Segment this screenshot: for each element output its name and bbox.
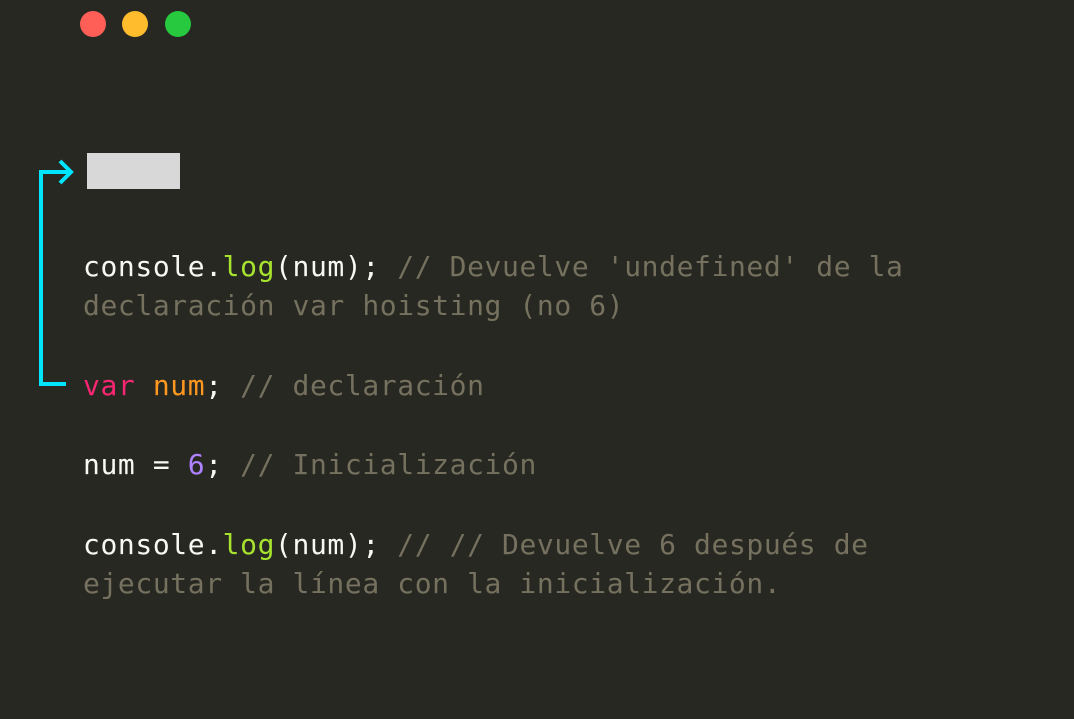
code-block: console.log(num); // Devuelve 'undefined…	[83, 0, 903, 600]
semicolon: ;	[205, 448, 223, 481]
call-arguments: (num);	[275, 528, 380, 561]
hoisting-arrow-icon	[39, 159, 74, 386]
function-log: log	[222, 250, 276, 283]
dot-operator: .	[205, 250, 223, 283]
function-log: log	[222, 528, 276, 561]
variable-num: num	[152, 369, 206, 402]
call-arguments: (num);	[275, 250, 380, 283]
code-comment-continuation: ejecutar la línea con la inicialización.	[83, 567, 782, 600]
semicolon: ;	[205, 369, 223, 402]
code-comment: // Devuelve 'undefined' de la	[379, 250, 904, 283]
code-line-console-log-2: console.log(num); // // Devuelve 6 despu…	[83, 525, 869, 564]
code-window: console.log(num); // Devuelve 'undefined…	[0, 0, 1074, 719]
maximize-window-button[interactable]	[165, 11, 191, 37]
identifier-console: console	[83, 250, 206, 283]
code-comment-continuation: declaración var hoisting (no 6)	[83, 289, 625, 322]
dot-operator: .	[205, 528, 223, 561]
code-comment: // // Devuelve 6 después de	[379, 528, 869, 561]
code-line-console-log-1: console.log(num); // Devuelve 'undefined…	[83, 247, 904, 286]
number-literal: 6	[187, 448, 206, 481]
keyword-var: var	[83, 369, 136, 402]
identifier-console: console	[83, 528, 206, 561]
code-line-initialization: num = 6; // Inicialización	[83, 445, 537, 484]
assignment-target: num =	[83, 448, 188, 481]
code-comment: // declaración	[222, 369, 485, 402]
code-line-var-declaration: var num; // declaración	[83, 366, 485, 405]
code-comment: // Inicialización	[222, 448, 537, 481]
